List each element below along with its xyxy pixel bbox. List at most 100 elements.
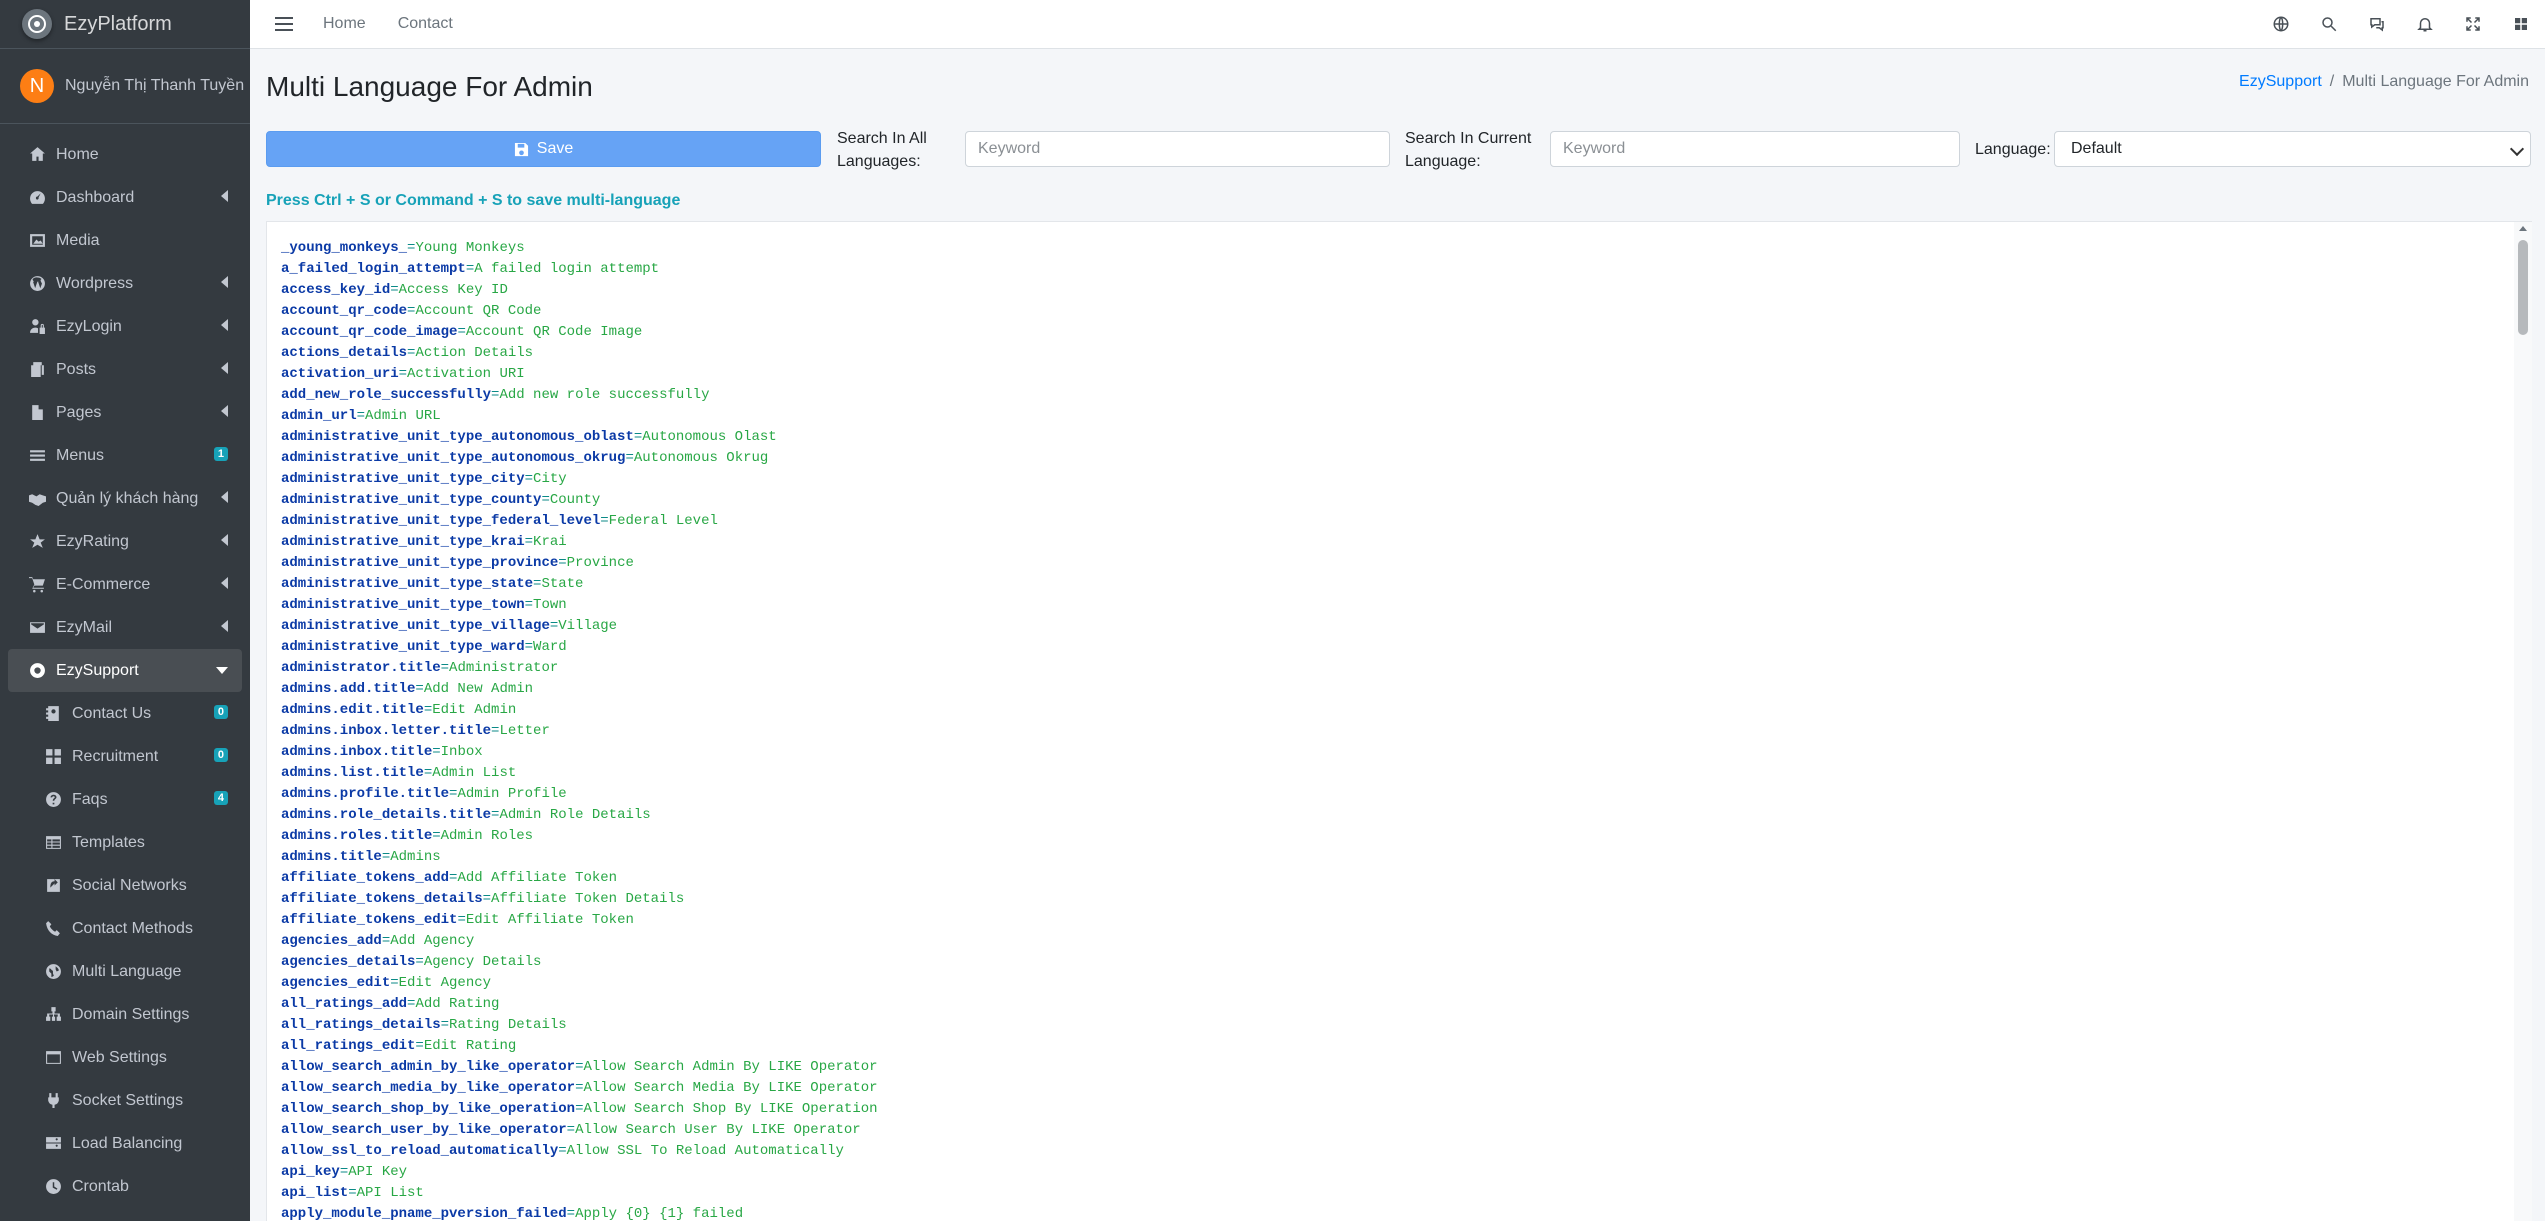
user-name[interactable]: Nguyễn Thị Thanh Tuyền [65,77,244,95]
search-all-languages-input[interactable] [965,131,1390,167]
search-current-language-input[interactable] [1550,131,1960,167]
sidebar-item-crontab[interactable]: Crontab [8,1165,242,1208]
sidebar-item-label: Wordpress [56,274,134,292]
language-entry-line[interactable]: api_list=API List [281,1183,878,1204]
entry-key: administrative_unit_type_city [281,471,525,487]
messages-icon[interactable] [2353,0,2401,48]
language-entry-line[interactable]: affiliate_tokens_add=Add Affiliate Token [281,868,878,889]
language-entry-line[interactable]: all_ratings_edit=Edit Rating [281,1036,878,1057]
sidebar-item-home[interactable]: Home [8,133,242,176]
language-entry-line[interactable]: administrative_unit_type_federal_level=F… [281,511,878,532]
search-icon[interactable] [2305,0,2353,48]
sidebar-item-ezyrating[interactable]: EzyRating [8,520,242,563]
language-entry-line[interactable]: account_qr_code_image=Account QR Code Im… [281,322,878,343]
sidebar-item-label: Templates [72,833,145,851]
language-entry-line[interactable]: activation_uri=Activation URI [281,364,878,385]
language-entry-line[interactable]: a_failed_login_attempt=A failed login at… [281,259,878,280]
language-entry-line[interactable]: administrative_unit_type_town=Town [281,595,878,616]
sidebar-item-faqs[interactable]: Faqs 4 [8,778,242,821]
language-entry-line[interactable]: admins.list.title=Admin List [281,763,878,784]
language-entry-line[interactable]: agencies_edit=Edit Agency [281,973,878,994]
language-entry-line[interactable]: admins.add.title=Add New Admin [281,679,878,700]
breadcrumb-parent-link[interactable]: EzySupport [2239,73,2322,90]
language-entry-line[interactable]: actions_details=Action Details [281,343,878,364]
topbar-home-link[interactable]: Home [323,15,366,33]
multi-language-editor[interactable]: _young_monkeys_=Young Monkeys a_failed_lo… [266,221,2532,1221]
language-entry-line[interactable]: access_key_id=Access Key ID [281,280,878,301]
language-globe-icon[interactable] [2257,0,2305,48]
sidebar-item-contact-us[interactable]: Contact Us 0 [8,692,242,735]
language-entry-line[interactable]: admins.inbox.title=Inbox [281,742,878,763]
language-entry-line[interactable]: all_ratings_add=Add Rating [281,994,878,1015]
language-entry-line[interactable]: administrative_unit_type_city=City [281,469,878,490]
sidebar-item-qu-n-l-kh-ch-h-ng[interactable]: Quản lý khách hàng [8,477,242,520]
language-entry-line[interactable]: affiliate_tokens_details=Affiliate Token… [281,889,878,910]
save-button[interactable]: Save [266,131,821,167]
language-entry-line[interactable]: administrative_unit_type_county=County [281,490,878,511]
sidebar-item-label: Quản lý khách hàng [56,489,199,507]
language-entry-line[interactable]: administrative_unit_type_state=State [281,574,878,595]
language-entry-line[interactable]: administrative_unit_type_province=Provin… [281,553,878,574]
topbar-contact-link[interactable]: Contact [398,15,453,33]
sidebar-item-web-settings[interactable]: Web Settings [8,1036,242,1079]
sidebar-item-wordpress[interactable]: Wordpress [8,262,242,305]
sidebar-item-posts[interactable]: Posts [8,348,242,391]
fullscreen-icon[interactable] [2449,0,2497,48]
sidebar-item-socket-settings[interactable]: Socket Settings [8,1079,242,1122]
sidebar-item-menus[interactable]: Menus 1 [8,434,242,477]
language-entry-line[interactable]: allow_search_user_by_like_operator=Allow… [281,1120,878,1141]
language-entry-line[interactable]: admin_url=Admin URL [281,406,878,427]
language-entry-line[interactable]: administrative_unit_type_autonomous_okru… [281,448,878,469]
language-select[interactable]: Default [2054,131,2531,167]
language-entry-line[interactable]: all_ratings_details=Rating Details [281,1015,878,1036]
sidebar-item-load-balancing[interactable]: Load Balancing [8,1122,242,1165]
sidebar-item-ezysupport[interactable]: EzySupport [8,649,242,692]
language-entry-line[interactable]: admins.profile.title=Admin Profile [281,784,878,805]
language-entry-line[interactable]: affiliate_tokens_edit=Edit Affiliate Tok… [281,910,878,931]
sidebar-item-label: Home [56,145,99,163]
language-entry-line[interactable]: admins.inbox.letter.title=Letter [281,721,878,742]
menu-toggle-icon[interactable] [275,17,293,31]
language-entry-line[interactable]: allow_search_admin_by_like_operator=Allo… [281,1057,878,1078]
sidebar-item-domain-settings[interactable]: Domain Settings [8,993,242,1036]
brand-link[interactable]: EzyPlatform [0,0,250,49]
notifications-bell-icon[interactable] [2401,0,2449,48]
sidebar-item-media[interactable]: Media [8,219,242,262]
sidebar-item-recruitment[interactable]: Recruitment 0 [8,735,242,778]
language-entry-line[interactable]: agencies_details=Agency Details [281,952,878,973]
language-entry-line[interactable]: allow_ssl_to_reload_automatically=Allow … [281,1141,878,1162]
entry-value: Federal Level [608,513,718,529]
apps-grid-icon[interactable] [2497,0,2545,48]
sidebar-item-multi-language[interactable]: Multi Language [8,950,242,993]
language-entry-line[interactable]: admins.title=Admins [281,847,878,868]
sidebar-item-ezymail[interactable]: EzyMail [8,606,242,649]
sidebar-item-ezylogin[interactable]: EzyLogin [8,305,242,348]
scroll-up-arrow-icon[interactable] [2519,226,2527,231]
language-entry-line[interactable]: apply_module_pname_pversion_failed=Apply… [281,1204,878,1221]
sidebar-item-social-networks[interactable]: Social Networks [8,864,242,907]
language-entry-line[interactable]: administrative_unit_type_ward=Ward [281,637,878,658]
entry-value: Action Details [415,345,534,361]
sidebar-item-templates[interactable]: Templates [8,821,242,864]
scrollbar-thumb[interactable] [2518,240,2528,335]
language-entry-line[interactable]: administrative_unit_type_autonomous_obla… [281,427,878,448]
user-panel[interactable]: N Nguyễn Thị Thanh Tuyền [0,49,250,124]
language-entry-line[interactable]: admins.role_details.title=Admin Role Det… [281,805,878,826]
language-entry-line[interactable]: administrative_unit_type_krai=Krai [281,532,878,553]
language-entry-line[interactable]: add_new_role_successfully=Add new role s… [281,385,878,406]
sidebar-item-contact-methods[interactable]: Contact Methods [8,907,242,950]
language-entry-line[interactable]: admins.edit.title=Edit Admin [281,700,878,721]
sidebar-item-e-commerce[interactable]: E-Commerce [8,563,242,606]
language-entry-line[interactable]: administrative_unit_type_village=Village [281,616,878,637]
language-entry-line[interactable]: account_qr_code=Account QR Code [281,301,878,322]
language-entry-line[interactable]: allow_search_shop_by_like_operation=Allo… [281,1099,878,1120]
language-entry-line[interactable]: _young_monkeys_=Young Monkeys [281,238,878,259]
language-entry-line[interactable]: api_key=API Key [281,1162,878,1183]
sidebar-item-dashboard[interactable]: Dashboard [8,176,242,219]
language-entry-line[interactable]: administrator.title=Administrator [281,658,878,679]
language-entry-line[interactable]: allow_search_media_by_like_operator=Allo… [281,1078,878,1099]
editor-scrollbar[interactable] [2514,222,2532,1221]
language-entry-line[interactable]: agencies_add=Add Agency [281,931,878,952]
language-entry-line[interactable]: admins.roles.title=Admin Roles [281,826,878,847]
sidebar-item-pages[interactable]: Pages [8,391,242,434]
